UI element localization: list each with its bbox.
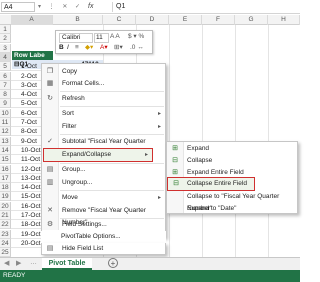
menu-item-expand-collapse[interactable]: Expand/Collapse ▸	[43, 148, 153, 162]
bold-button[interactable]: B	[59, 44, 64, 52]
row-header[interactable]: 2	[0, 34, 11, 44]
row-header[interactable]: 16	[0, 164, 11, 174]
menu-separator	[60, 134, 164, 135]
row-header[interactable]: 25	[0, 248, 11, 258]
row-header[interactable]: 3	[0, 43, 11, 53]
refresh-icon: ↻	[47, 95, 53, 102]
row-header[interactable]: 15	[0, 155, 11, 165]
row-header[interactable]: 7	[0, 80, 11, 90]
menu-item-refresh[interactable]: ↻ Refresh	[42, 93, 165, 105]
tab-pivot-table[interactable]: Pivot Table	[42, 258, 92, 270]
row-header[interactable]: 14	[0, 145, 11, 155]
status-bar: READY	[0, 270, 300, 282]
menu-item-pivottable-options[interactable]: PivotTable Options...	[41, 231, 166, 243]
row-header[interactable]: 8	[0, 90, 11, 100]
field-list-icon: ▤	[46, 245, 54, 252]
status-text: READY	[3, 272, 26, 279]
mini-toolbar: Calibri 11 A A $ ▾ % B I ≡ ◆▾ A▾ ⊞▾ .0 ↔	[55, 30, 153, 54]
copy-icon: ❐	[46, 68, 54, 75]
add-sheet-icon[interactable]: +	[108, 258, 118, 268]
formula-input[interactable]: Q1	[112, 2, 300, 12]
decimal-icons[interactable]: .0 ↔	[130, 44, 144, 52]
submenu-arrow-icon: ▸	[157, 124, 161, 130]
submenu-arrow-icon: ▸	[144, 152, 148, 158]
collapse-entire-field-icon: ⊟	[173, 180, 179, 187]
row-header[interactable]: 17	[0, 173, 11, 183]
font-name-box[interactable]: Calibri	[59, 33, 93, 43]
row-header[interactable]: 5	[0, 62, 11, 72]
column-headers: A B C D E F G H	[0, 15, 300, 25]
remove-x-icon: ✕	[47, 207, 53, 214]
ungroup-icon: ▥	[46, 179, 54, 186]
row-header[interactable]: 23	[0, 229, 11, 239]
submenu-item-collapse-to-quarter[interactable]: Collapse to "Fiscal Year Quarter Number"	[167, 191, 297, 212]
menu-item-ungroup[interactable]: ▥ Ungroup...	[42, 177, 165, 189]
menu-item-copy[interactable]: ❐ Copy	[42, 66, 165, 78]
row-header[interactable]: 6	[0, 71, 11, 81]
column-header[interactable]: F	[202, 15, 235, 25]
row-header[interactable]: 11	[0, 118, 11, 127]
row-header[interactable]: 21	[0, 211, 11, 220]
tab-scroll-right-icon[interactable]: ▶	[16, 259, 21, 267]
submenu-item-expand-to-date[interactable]: Expand to "Date"	[167, 203, 297, 215]
submenu-arrow-icon: ▸	[157, 195, 161, 201]
column-header[interactable]: B	[53, 15, 103, 25]
row-header[interactable]: 1	[0, 25, 11, 34]
column-header[interactable]: H	[268, 15, 300, 25]
column-header[interactable]: D	[136, 15, 169, 25]
tab-scroll-left-icon[interactable]: ◀	[4, 259, 9, 267]
font-color-icon[interactable]: A▾	[100, 44, 108, 52]
submenu-arrow-icon: ▸	[157, 111, 161, 117]
column-header[interactable]: C	[103, 15, 136, 25]
italic-button[interactable]: I	[67, 44, 69, 52]
expand-icon: ⊞	[172, 145, 178, 152]
menu-separator	[60, 106, 164, 107]
row-header[interactable]: 9	[0, 99, 11, 109]
row-header[interactable]: 19	[0, 192, 11, 202]
row-header[interactable]: 10	[0, 108, 11, 118]
submenu-item-collapse-entire-field[interactable]: ⊟ Collapse Entire Field	[167, 177, 255, 191]
row-header[interactable]: 22	[0, 220, 11, 230]
format-cells-icon: ▦	[46, 80, 54, 87]
menu-separator	[60, 91, 164, 92]
submenu-item-collapse[interactable]: ⊟ Collapse	[167, 155, 297, 167]
context-menu: ❐ Copy ▦ Format Cells... ↻ Refresh Sort ▸ Fi…	[41, 63, 166, 238]
column-header[interactable]: G	[235, 15, 268, 25]
expand-collapse-submenu: ⊞ Expand ⊟ Collapse ⊞ Expand Entire Field ⊟…	[166, 141, 298, 214]
submenu-item-expand[interactable]: ⊞ Expand	[167, 143, 297, 155]
grow-shrink-font-icons[interactable]: A A	[110, 33, 120, 41]
tab-more-icon[interactable]: …	[30, 259, 37, 266]
menu-item-hide-field-list[interactable]: ▤ Hide Field List	[41, 243, 166, 255]
menu-item-filter[interactable]: Filter ▸	[42, 121, 165, 133]
menu-item-subtotal[interactable]: ✓Subtotal "Fiscal Year Quarter Number"	[42, 136, 165, 157]
row-header[interactable]: 4	[0, 52, 11, 62]
menu-item-remove[interactable]: ✕ Remove "Fiscal Year Quarter Number"	[42, 205, 165, 226]
group-icon: ▤	[46, 166, 54, 173]
borders-icon[interactable]: ⊞▾	[114, 44, 123, 52]
menu-item-sort[interactable]: Sort ▸	[42, 108, 165, 120]
column-header[interactable]: A	[11, 15, 53, 25]
menu-item-move[interactable]: Move ▸	[42, 192, 165, 204]
fill-color-icon[interactable]: ◆▾	[85, 44, 93, 52]
name-box[interactable]: A4	[1, 2, 35, 12]
row-header[interactable]: 18	[0, 183, 11, 193]
row-labels-header[interactable]: Row Labe	[12, 51, 53, 60]
column-header[interactable]: E	[169, 15, 202, 25]
menu-separator	[60, 190, 164, 191]
font-size-box[interactable]: 11	[94, 33, 109, 43]
checkmark-icon: ✓	[47, 138, 53, 145]
row-header[interactable]: 24	[0, 238, 11, 248]
menu-item-format-cells[interactable]: ▦ Format Cells...	[42, 78, 165, 90]
collapse-icon: ⊟	[172, 157, 178, 164]
row-header[interactable]: 13	[0, 136, 11, 146]
fx-icon[interactable]: fx	[88, 2, 93, 12]
menu-item-group[interactable]: ▤ Group...	[42, 164, 165, 176]
row-header[interactable]: 12	[0, 127, 11, 137]
row-header[interactable]: 20	[0, 201, 11, 211]
currency-icon[interactable]: $ ▾ %	[128, 33, 144, 41]
formula-bar-buttons[interactable]: ▾ ⋮ ✕ ✓	[38, 2, 83, 12]
field-settings-icon: ⚙	[46, 221, 54, 228]
expand-entire-field-icon: ⊞	[172, 169, 178, 176]
align-icon[interactable]: ≡	[75, 44, 79, 52]
